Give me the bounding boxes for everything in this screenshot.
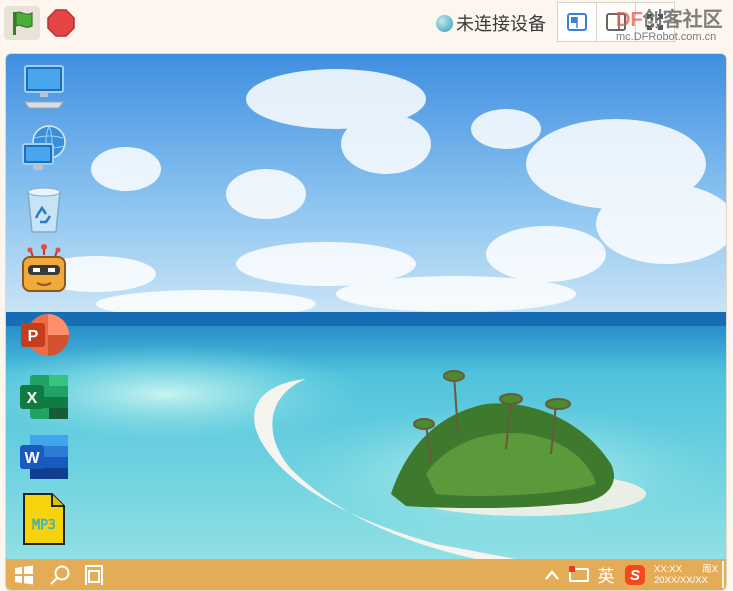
ime-language-label: 英 bbox=[597, 567, 615, 586]
normal-stage-layout-icon bbox=[606, 13, 626, 31]
stage-view-group bbox=[557, 2, 675, 42]
stage-desktop[interactable]: P X W MP3 英 S XX:XX 周X 20XX/XX/XX bbox=[5, 53, 727, 591]
connection-status[interactable]: 未连接设备 bbox=[436, 11, 546, 35]
tray-expand-button[interactable] bbox=[542, 559, 562, 590]
excel-icon: X bbox=[20, 375, 68, 419]
run-button[interactable] bbox=[4, 6, 40, 40]
small-stage-button[interactable] bbox=[557, 2, 597, 42]
top-toolbar: 未连接设备 DF创客社区 mc.DFRobot.com.cn bbox=[0, 0, 733, 48]
desktop-icon-computer[interactable] bbox=[12, 58, 76, 116]
clock-date: 20XX/XX/XX bbox=[654, 575, 708, 586]
mp3-file-icon: MP3 bbox=[23, 493, 65, 545]
desktop-icon-word[interactable]: W bbox=[12, 428, 76, 486]
clock-weekday: 周X bbox=[702, 564, 718, 575]
task-view-button[interactable] bbox=[80, 559, 108, 590]
desktop-wallpaper bbox=[6, 54, 726, 559]
clock-time: XX:XX bbox=[654, 564, 682, 575]
green-flag-icon bbox=[13, 11, 33, 35]
chevron-up-icon bbox=[545, 569, 559, 580]
stop-icon bbox=[47, 9, 75, 37]
status-dot-icon bbox=[436, 14, 453, 32]
show-desktop-button[interactable] bbox=[722, 561, 724, 588]
taskbar-clock[interactable]: XX:XX 周X 20XX/XX/XX bbox=[654, 564, 718, 586]
svg-text:S: S bbox=[630, 567, 640, 584]
stop-button[interactable] bbox=[46, 8, 76, 38]
task-view-icon bbox=[85, 564, 103, 585]
ime-language-button[interactable]: 英 bbox=[594, 559, 618, 590]
network-icon bbox=[22, 125, 66, 170]
desktop-icon-excel[interactable]: X bbox=[12, 368, 76, 426]
tablet-mode-icon bbox=[569, 565, 589, 582]
desktop-icon-powerpoint[interactable]: P bbox=[12, 306, 76, 364]
windows-start-icon bbox=[15, 565, 33, 584]
svg-text:P: P bbox=[28, 328, 39, 345]
svg-text:X: X bbox=[27, 390, 38, 407]
tray-notification-button[interactable] bbox=[566, 559, 592, 590]
svg-text:MP3: MP3 bbox=[32, 518, 55, 533]
computer-icon bbox=[24, 65, 64, 109]
desktop-icon-network[interactable] bbox=[12, 120, 76, 178]
ime-app-button[interactable]: S bbox=[622, 559, 648, 590]
fullscreen-icon bbox=[647, 14, 663, 30]
desktop-icon-recycle-bin[interactable] bbox=[12, 180, 76, 238]
search-icon bbox=[50, 565, 70, 585]
start-button[interactable] bbox=[10, 559, 38, 590]
svg-text:W: W bbox=[24, 450, 40, 467]
taskbar: 英 S XX:XX 周X 20XX/XX/XX bbox=[6, 559, 726, 590]
word-icon: W bbox=[20, 435, 68, 479]
small-stage-layout-icon bbox=[567, 13, 587, 31]
desktop-icon-mp3[interactable]: MP3 bbox=[12, 490, 76, 548]
powerpoint-icon: P bbox=[21, 314, 69, 356]
desktop-icon-robot-app[interactable] bbox=[12, 240, 76, 298]
search-button[interactable] bbox=[46, 559, 74, 590]
connection-status-label: 未连接设备 bbox=[456, 14, 546, 34]
normal-stage-button[interactable] bbox=[597, 2, 636, 42]
sogou-ime-icon: S bbox=[625, 564, 645, 585]
fullscreen-button[interactable] bbox=[636, 2, 675, 42]
robot-app-icon bbox=[22, 244, 66, 292]
recycle-bin-icon bbox=[27, 187, 61, 233]
